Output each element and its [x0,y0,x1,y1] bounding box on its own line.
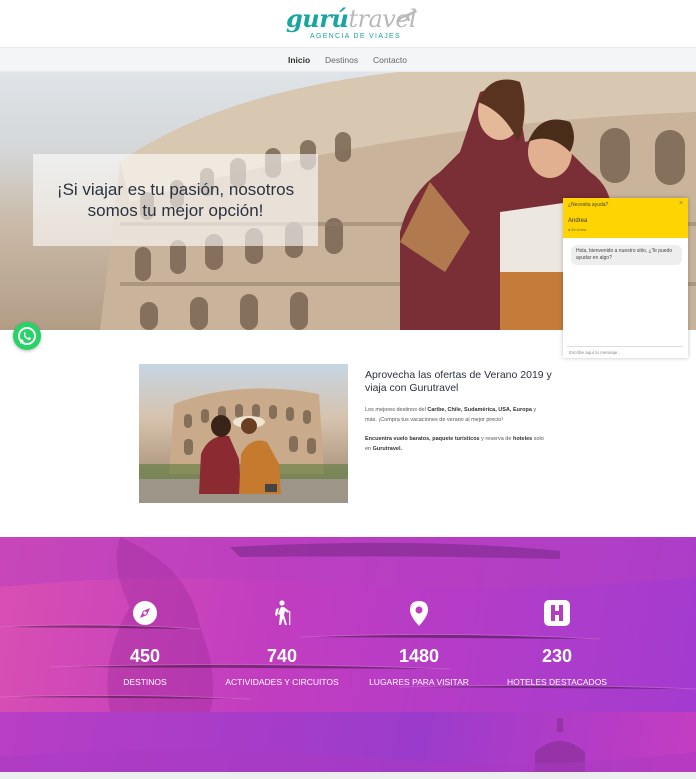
venice-dome-photo [0,718,696,772]
stat-label: ACTIVIDADES Y CIRCUITOS [225,677,339,687]
stat-actividades: 740 ACTIVIDADES Y CIRCUITOS [222,599,342,688]
nav-item-inicio[interactable]: Inicio [288,55,310,65]
stat-lugares: 1480 LUGARES PARA VISITAR [359,599,479,688]
chat-agent-name: Andrea [568,218,588,224]
footer-strip [0,772,696,779]
logo-tagline: AGENCIA DE VIAJES [310,33,401,40]
stat-label: HOTELES DESTACADOS [507,677,607,687]
main-nav: Inicio Destinos Contacto [0,47,696,72]
stat-value: 740 [266,646,298,666]
plane-icon [398,10,417,21]
hiker-icon [275,600,291,625]
stat-value: 230 [541,646,573,666]
chat-question: ¿Necesita ayuda? [568,202,609,208]
offer-paragraph-1: Los mejores destinos del Caribe, Chile, … [365,407,537,423]
chat-message: Hola, bienvenido a nuestro sitio, ¿Te pu… [571,245,682,265]
stat-destinos: 450 DESTINOS [85,599,205,688]
nav-item-destinos[interactable]: Destinos [325,55,358,65]
offer-image [139,364,348,503]
compass-icon [133,601,157,625]
stats-section: 450 DESTINOS 740 ACTIVIDADES Y CIRCUITOS… [0,537,696,712]
offer-paragraph-2: Encuentra vuelo baratos, paquete turísti… [365,436,544,452]
hero-title: ¡Si viajar es tu pasión, nosotros somos t… [56,180,295,220]
chat-input[interactable]: Escribe aquí tu mensaje... [567,346,683,358]
hotel-icon [544,600,570,626]
chat-widget[interactable]: ¿Necesita ayuda? × Andrea ● En línea Hol… [563,198,688,358]
stat-value: 1480 [398,646,440,666]
stat-label: DESTINOS [123,677,167,687]
whatsapp-button[interactable] [13,322,41,350]
couple-colosseum-photo [139,388,348,503]
chat-status: ● En línea [568,227,587,232]
stat-hoteles: 230 HOTELES DESTACADOS [497,599,617,688]
chat-header[interactable]: ¿Necesita ayuda? × Andrea ● En línea [563,198,688,238]
nav-item-contacto[interactable]: Contacto [373,55,407,65]
site-header: gurútravel AGENCIA DE VIAJES [0,0,696,47]
whatsapp-icon [18,327,36,345]
next-section-banner [0,712,696,772]
map-pin-icon [410,601,428,626]
offer-title: Aprovecha las ofertas de Verano 2019 y v… [365,369,552,394]
site-logo[interactable]: gurútravel AGENCIA DE VIAJES [286,4,417,44]
stat-value: 450 [129,646,161,666]
stat-label: LUGARES PARA VISITAR [369,677,469,687]
chat-close-icon[interactable]: × [679,200,683,207]
